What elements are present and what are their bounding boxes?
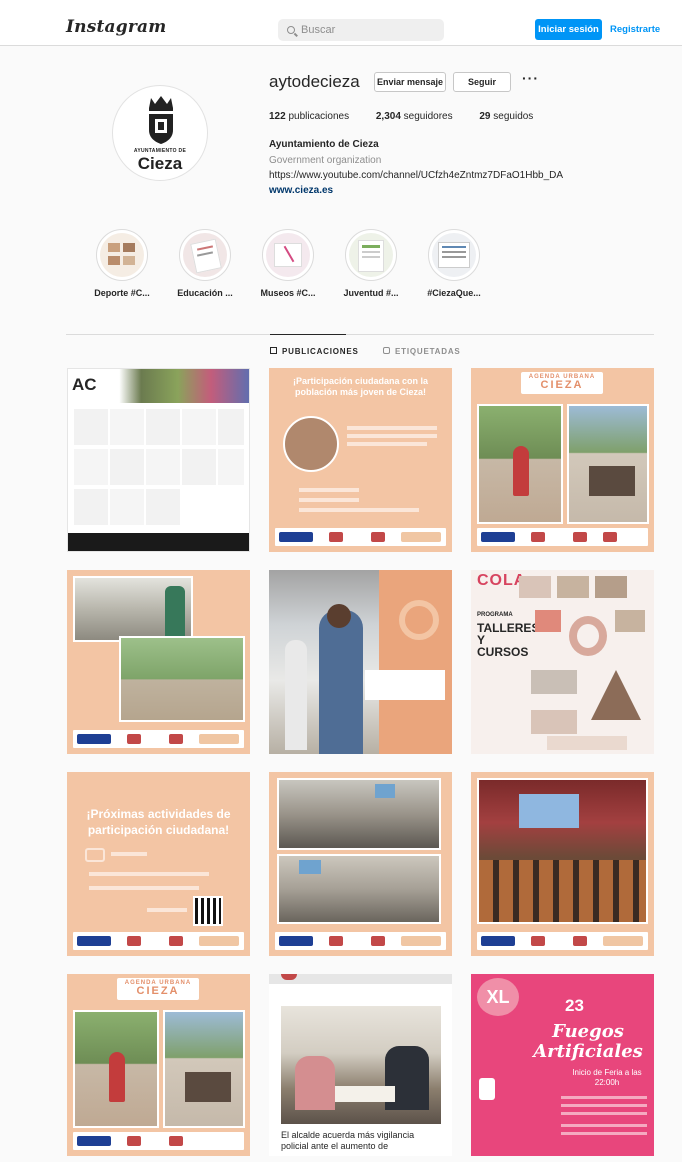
post-4-photo-bottom <box>119 636 245 722</box>
post-thumbnail-12[interactable]: XL 23 Fuegos Artificiales Inicio de Feri… <box>471 974 654 1156</box>
highlight-thumbnail <box>183 233 227 277</box>
profile-website-link[interactable]: www.cieza.es <box>269 185 333 196</box>
post-thumbnail-7[interactable]: ¡Próximas actividades de participación c… <box>67 772 250 956</box>
highlight-thumbnail <box>266 233 310 277</box>
profile-avatar[interactable]: AYUNTAMIENTO DE Cieza <box>112 85 208 181</box>
funding-logos-strip <box>73 730 244 748</box>
agenda-urbana-logo: AGENDA URBANA CIEZA <box>117 978 199 1000</box>
top-navigation-bar: Instagram Buscar Iniciar sesión Registra… <box>0 0 682 46</box>
post-thumbnail-8[interactable] <box>269 772 452 956</box>
login-button[interactable]: Iniciar sesión <box>535 19 602 40</box>
agenda-urbana-logo: AGENDA URBANA CIEZA <box>521 372 603 394</box>
post-5-person <box>319 610 363 754</box>
search-icon <box>287 26 295 34</box>
follow-button[interactable]: Seguir <box>453 72 511 92</box>
profile-stats: 122 publicaciones 2,304 seguidores 29 se… <box>269 111 557 122</box>
highlight-deporte[interactable]: Deporte #C... <box>82 229 162 298</box>
post-thumbnail-2[interactable]: ¡Participación ciudadana con la població… <box>269 368 452 552</box>
tab-publicaciones[interactable]: PUBLICACIONES <box>270 347 359 356</box>
post-12-title: Fuegos Artificiales <box>533 1021 643 1062</box>
active-tab-indicator <box>270 334 346 335</box>
post-2-photo <box>283 416 339 472</box>
post-8-photo-top <box>277 778 441 850</box>
post-1-logo: AC <box>72 375 97 394</box>
highlight-thumbnail <box>100 233 144 277</box>
search-placeholder: Buscar <box>301 24 336 36</box>
post-thumbnail-3[interactable]: AGENDA URBANA CIEZA <box>471 368 654 552</box>
profile-bio-url[interactable]: https://www.youtube.com/channel/UCfzh4eZ… <box>269 170 563 181</box>
post-thumbnail-10[interactable]: AGENDA URBANA CIEZA <box>67 974 250 1156</box>
post-thumbnail-4[interactable] <box>67 570 250 754</box>
post-thumbnail-11[interactable]: El alcalde acuerda más vigilancia polici… <box>269 974 452 1156</box>
highlight-thumbnail <box>432 233 476 277</box>
tag-icon <box>383 347 390 354</box>
following-stat[interactable]: 29 seguidos <box>479 111 533 122</box>
profile-category: Government organization <box>269 155 382 166</box>
post-12-subtitle: Inicio de Feria a las 22:00h <box>572 1068 642 1087</box>
highlight-ciezaque[interactable]: #CiezaQue... <box>414 229 494 298</box>
highlight-educacion[interactable]: Educación ... <box>165 229 245 298</box>
post-6-programa: PROGRAMA <box>477 612 513 618</box>
post-4-photo-top <box>73 576 193 642</box>
followers-stat[interactable]: 2,304 seguidores <box>376 111 453 122</box>
profile-full-name: Ayuntamiento de Cieza <box>269 139 379 150</box>
signup-link[interactable]: Registrarte <box>610 19 660 40</box>
send-message-button[interactable]: Enviar mensaje <box>374 72 446 92</box>
tab-divider <box>66 334 654 335</box>
post-7-title: ¡Próximas actividades de participación c… <box>86 807 231 837</box>
highlight-label: Deporte #C... <box>94 288 150 298</box>
funding-logos-strip <box>477 932 648 950</box>
funding-logos-strip <box>275 932 446 950</box>
funding-logos-strip <box>73 1132 244 1150</box>
post-8-photo-bottom <box>277 854 441 924</box>
post-9-photo <box>477 778 648 924</box>
funding-logos-strip <box>73 932 244 950</box>
post-thumbnail-9[interactable] <box>471 772 654 956</box>
search-input[interactable]: Buscar <box>278 19 444 41</box>
post-12-day: 23 <box>565 996 584 1015</box>
funding-logos-strip <box>477 528 648 546</box>
highlight-label: Juventud #... <box>343 288 399 298</box>
post-3-photo-left <box>477 404 563 524</box>
instagram-logo[interactable]: Instagram <box>66 17 166 37</box>
post-12-badge: XL <box>477 978 519 1016</box>
post-11-caption: El alcalde acuerda más vigilancia polici… <box>281 1130 415 1151</box>
post-thumbnail-6[interactable]: COLA PROGRAMA TALLERES Y CURSOS <box>471 570 654 754</box>
highlight-juventud[interactable]: Juventud #... <box>331 229 411 298</box>
profile-username: aytodecieza <box>269 72 360 91</box>
highlight-label: Museos #C... <box>260 288 316 298</box>
post-thumbnail-5[interactable] <box>269 570 452 754</box>
grid-icon <box>270 347 277 354</box>
highlight-museos[interactable]: Museos #C... <box>248 229 328 298</box>
post-10-photo-right <box>163 1010 245 1128</box>
funding-logos-strip <box>275 528 446 546</box>
post-11-photo <box>281 1006 441 1124</box>
highlight-thumbnail <box>349 233 393 277</box>
post-6-talleres: TALLERES Y CURSOS <box>477 621 540 659</box>
posts-stat[interactable]: 122 publicaciones <box>269 111 349 122</box>
highlight-label: Educación ... <box>177 288 233 298</box>
more-horizontal-icon[interactable]: ··· <box>522 70 539 86</box>
post-thumbnail-1[interactable]: AC <box>67 368 250 552</box>
post-10-photo-left <box>73 1010 159 1128</box>
avatar-caption-big: Cieza <box>137 154 183 173</box>
tab-etiquetadas[interactable]: ETIQUETADAS <box>383 347 461 356</box>
post-3-photo-right <box>567 404 649 524</box>
post-2-title: ¡Participación ciudadana con la població… <box>292 376 429 397</box>
qr-code <box>193 896 223 926</box>
highlight-label: #CiezaQue... <box>427 288 481 298</box>
